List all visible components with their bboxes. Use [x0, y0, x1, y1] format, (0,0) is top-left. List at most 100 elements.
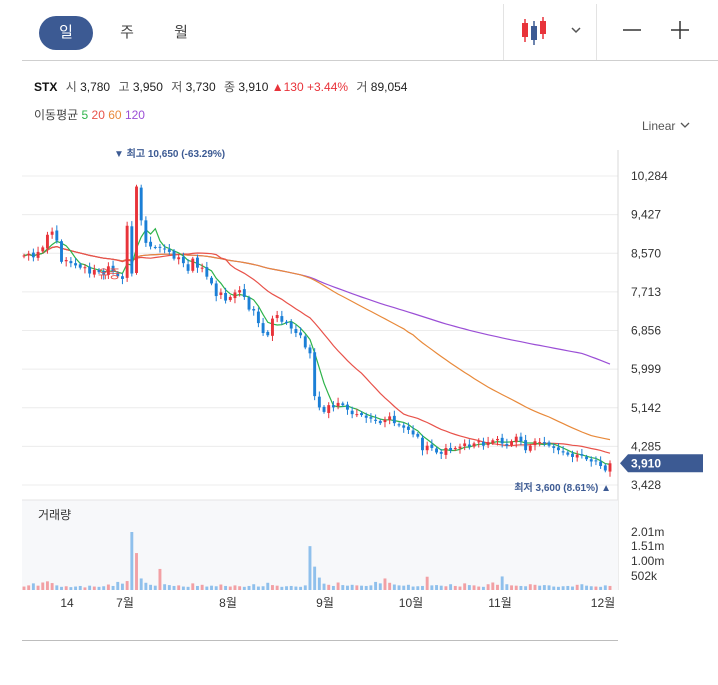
y-tick-label: 3,428: [631, 478, 661, 492]
volume-bar: [322, 583, 326, 590]
candle-body: [571, 453, 574, 457]
candle-body: [346, 404, 349, 410]
x-tick-label: 7월: [116, 596, 134, 610]
volume-bar: [224, 585, 228, 590]
candle-body: [186, 264, 190, 271]
low-annotation: 최저 3,600 (8.61%) ▲: [514, 481, 611, 494]
candle-body: [130, 226, 134, 274]
volume-bar: [167, 585, 171, 590]
candle-body: [36, 251, 40, 258]
current-price-label: 3,910: [631, 456, 661, 470]
candle-body: [149, 241, 153, 247]
volume-bar: [561, 586, 565, 590]
candle-body: [317, 396, 321, 408]
candle-body: [397, 424, 401, 426]
volume-bar: [205, 586, 209, 590]
candle-body: [219, 292, 223, 295]
volume-bar: [421, 585, 424, 590]
volume-bar: [406, 584, 410, 590]
candle-body: [78, 264, 82, 268]
candle-body: [524, 440, 528, 451]
candle-body: [214, 283, 218, 297]
candle-body: [177, 257, 181, 260]
volume-bar: [496, 584, 499, 590]
candle-body: [238, 290, 242, 293]
candle-body: [491, 440, 495, 444]
candle-body: [599, 461, 603, 466]
candle-body: [519, 436, 523, 442]
candle-body: [135, 186, 138, 273]
candle-body: [74, 263, 78, 266]
volume-bar: [22, 586, 26, 590]
volume-bar: [200, 584, 204, 590]
price-chart[interactable]: ▼ 최고 10,650 (-63.29%) 최저 3,600 (8.61%) ▲ 유…: [0, 0, 718, 685]
volume-bar: [430, 585, 434, 590]
volume-bar: [313, 566, 317, 590]
candle-body: [205, 267, 209, 277]
volume-bar: [514, 585, 518, 590]
candle-body: [45, 234, 49, 249]
candle-body: [64, 260, 68, 262]
volume-bar: [116, 581, 120, 590]
volume-bar: [510, 585, 514, 590]
candle-body: [416, 433, 420, 437]
candle-body: [266, 331, 270, 336]
event-label: 유증: [98, 267, 120, 281]
candle-body: [60, 241, 63, 262]
volume-bar: [299, 586, 303, 590]
candle-body: [139, 187, 143, 221]
volume-bar: [36, 585, 40, 590]
y-tick-label: 6,856: [631, 324, 661, 338]
candle-body: [172, 250, 176, 259]
volume-bar: [575, 584, 579, 590]
volume-bar: [467, 585, 471, 590]
candle-body: [603, 465, 607, 471]
candle-body: [496, 438, 499, 441]
candle-body: [92, 269, 96, 275]
candle-body: [280, 316, 284, 322]
candle-body: [444, 447, 448, 455]
volume-bar: [603, 585, 607, 590]
volume-bar: [247, 585, 251, 590]
candle-body: [55, 230, 59, 241]
candle-body: [153, 247, 157, 249]
volume-bar: [439, 585, 443, 590]
candle-body: [233, 292, 237, 299]
candle-body: [144, 220, 148, 243]
candle-body: [374, 419, 378, 421]
candle-body: [299, 332, 303, 336]
volume-bar: [27, 585, 31, 590]
y-tick-label: 5,142: [631, 401, 661, 415]
candle-body: [289, 322, 293, 329]
candle-body: [355, 414, 359, 416]
candle-body: [561, 451, 565, 453]
candle-body: [163, 248, 167, 250]
volume-bar: [78, 585, 82, 590]
x-tick-label: 14: [60, 596, 74, 610]
candle-body: [575, 454, 579, 458]
candle-body: [538, 442, 542, 444]
volume-bar: [608, 585, 612, 590]
volume-bar: [383, 578, 387, 590]
volume-bar: [50, 583, 54, 590]
volume-bar: [449, 584, 453, 590]
volume-bar: [233, 585, 237, 590]
candle-body: [439, 451, 443, 454]
volume-bar: [41, 582, 45, 590]
volume-bar: [397, 585, 401, 590]
candle-body: [406, 426, 410, 430]
volume-bar: [444, 586, 448, 590]
volume-bar: [392, 584, 396, 590]
volume-bar: [163, 584, 167, 590]
candle-body: [69, 261, 73, 264]
volume-bar: [519, 585, 523, 590]
volume-bar: [181, 586, 185, 590]
volume-bar: [327, 584, 331, 590]
volume-bar: [308, 546, 312, 590]
volume-bar: [552, 586, 556, 590]
volume-bar: [589, 586, 593, 590]
y-tick-label: 5,999: [631, 362, 661, 376]
candle-body: [158, 246, 162, 248]
volume-bar: [435, 585, 438, 590]
volume-bar: [135, 553, 138, 590]
